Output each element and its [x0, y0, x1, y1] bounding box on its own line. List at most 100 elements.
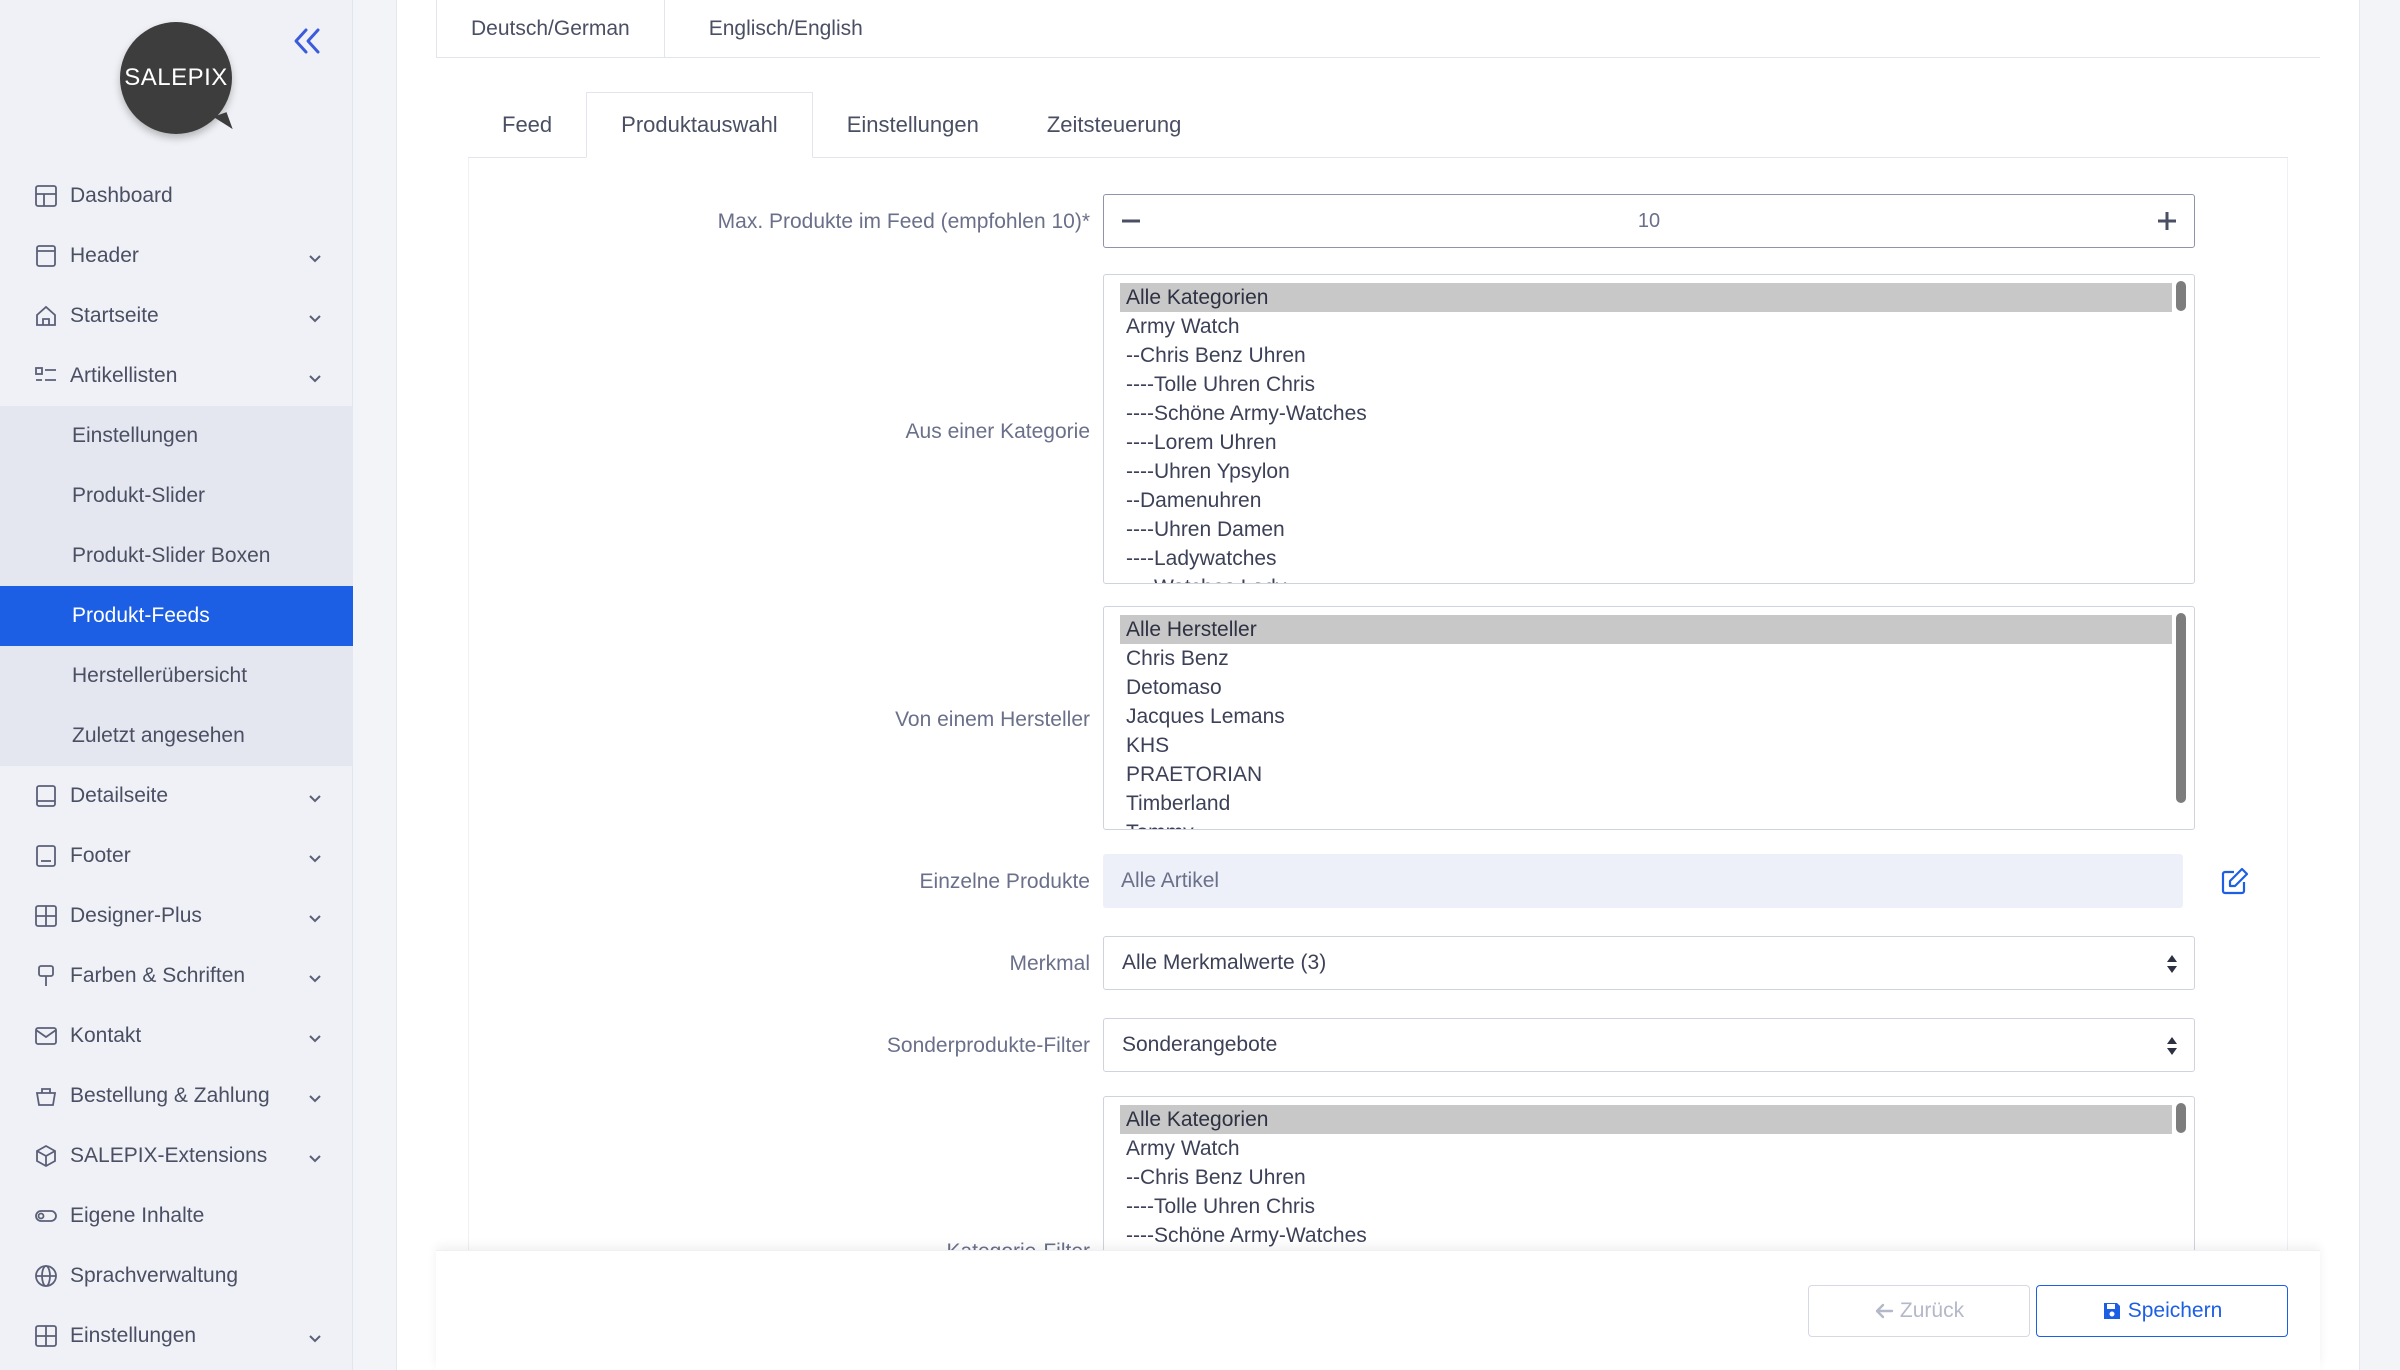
- sidebar-item-label: Footer: [70, 844, 131, 867]
- special-filter-select[interactable]: Sonderangebote: [1103, 1018, 2195, 1072]
- listbox-option[interactable]: Chris Benz: [1120, 644, 2172, 673]
- language-tabs: Deutsch/German Englisch/English: [436, 0, 2320, 58]
- feature-select[interactable]: Alle Merkmalwerte (3): [1103, 936, 2195, 990]
- chevron-down-icon: [307, 1328, 323, 1344]
- select-caret-icon: [2164, 1035, 2180, 1057]
- chevron-down-icon: [307, 368, 323, 384]
- section-tabs: Feed Produktauswahl Einstellungen Zeitst…: [468, 92, 2288, 158]
- chevron-down-icon: [307, 248, 323, 264]
- listbox-scrollbar[interactable]: [2176, 613, 2186, 803]
- category-listbox[interactable]: Alle Kategorien Army Watch --Chris Benz …: [1103, 274, 2195, 584]
- listbox-option[interactable]: Army Watch: [1120, 1134, 2172, 1163]
- max-products-stepper: 10: [1103, 194, 2195, 248]
- toggle-icon: [34, 1204, 58, 1228]
- edit-icon[interactable]: [2220, 866, 2250, 896]
- tab-englisch[interactable]: Englisch/English: [665, 0, 897, 58]
- sidebar-item-label: Sprachverwaltung: [70, 1264, 239, 1287]
- sidebar: SALEPIX Dashboard Header Startseite Arti…: [0, 0, 353, 1370]
- listbox-option[interactable]: ----Uhren Damen: [1120, 515, 2172, 544]
- single-products-field[interactable]: Alle Artikel: [1103, 854, 2183, 908]
- listbox-option[interactable]: Timberland: [1120, 789, 2172, 818]
- sidebar-item-label: Artikellisten: [70, 364, 178, 387]
- tab-zeitsteuerung[interactable]: Zeitsteuerung: [1013, 92, 1216, 158]
- listbox-option[interactable]: Jacques Lemans: [1120, 702, 2172, 731]
- back-button-label: Zurück: [1899, 1299, 1965, 1322]
- sidebar-item-footer[interactable]: Footer: [0, 826, 353, 886]
- tab-feed[interactable]: Feed: [468, 92, 586, 158]
- special-filter-select-value: Sonderangebote: [1122, 1033, 1278, 1056]
- arrow-left-icon: [1874, 1301, 1894, 1321]
- feature-label: Merkmal: [1009, 952, 1090, 975]
- listbox-option[interactable]: ----Lorem Uhren: [1120, 428, 2172, 457]
- manufacturer-listbox[interactable]: Alle Hersteller Chris Benz Detomaso Jacq…: [1103, 606, 2195, 830]
- salepix-logo[interactable]: SALEPIX: [120, 22, 240, 142]
- listbox-scrollbar[interactable]: [2176, 281, 2186, 311]
- listbox-option[interactable]: Army Watch: [1120, 312, 2172, 341]
- listbox-option[interactable]: Alle Hersteller: [1120, 615, 2172, 644]
- subnav-item-produkt-slider-boxen[interactable]: Produkt-Slider Boxen: [0, 526, 353, 586]
- subnav-item-einstellungen[interactable]: Einstellungen: [0, 406, 353, 466]
- sidebar-item-label: Header: [70, 244, 139, 267]
- max-products-value[interactable]: 10: [1158, 210, 2140, 233]
- sidebar-item-einstellungen[interactable]: Einstellungen: [0, 1306, 353, 1366]
- sidebar-item-label: Designer-Plus: [70, 904, 202, 927]
- sidebar-item-label: Dashboard: [70, 184, 173, 207]
- listbox-option[interactable]: KHS: [1120, 731, 2172, 760]
- list-icon: [34, 364, 58, 388]
- sidebar-item-detailseite[interactable]: Detailseite: [0, 766, 353, 826]
- action-bar: Zurück Speichern: [436, 1250, 2320, 1370]
- sidebar-item-salepix-extensions[interactable]: SALEPIX-Extensions: [0, 1126, 353, 1186]
- logo-speech-tail: [213, 112, 233, 134]
- listbox-scrollbar[interactable]: [2176, 1103, 2186, 1133]
- listbox-option[interactable]: Detomaso: [1120, 673, 2172, 702]
- sidebar-item-label: Detailseite: [70, 784, 169, 807]
- mail-icon: [34, 1024, 58, 1048]
- listbox-option[interactable]: Tommy: [1120, 818, 2172, 829]
- sidebar-item-dashboard[interactable]: Dashboard: [0, 166, 353, 226]
- subnav-item-produkt-feeds[interactable]: Produkt-Feeds: [0, 586, 353, 646]
- listbox-option[interactable]: --Chris Benz Uhren: [1120, 341, 2172, 370]
- sidebar-item-label: Einstellungen: [70, 1324, 197, 1347]
- sidebar-item-kontakt[interactable]: Kontakt: [0, 1006, 353, 1066]
- sidebar-nav: Dashboard Header Startseite Artikelliste…: [0, 166, 353, 1366]
- listbox-option[interactable]: ----Schöne Army-Watches: [1120, 399, 2172, 428]
- listbox-option[interactable]: ----Schöne Army-Watches: [1120, 1221, 2172, 1250]
- decrement-button[interactable]: [1104, 195, 1158, 247]
- listbox-option[interactable]: PRAETORIAN: [1120, 760, 2172, 789]
- sidebar-item-eigene-inhalte[interactable]: Eigene Inhalte: [0, 1186, 353, 1246]
- sidebar-item-label: Bestellung & Zahlung: [70, 1084, 270, 1107]
- sidebar-item-bestellung-zahlung[interactable]: Bestellung & Zahlung: [0, 1066, 353, 1126]
- listbox-option[interactable]: ----Watches Lady: [1120, 573, 2172, 583]
- listbox-option[interactable]: --Chris Benz Uhren: [1120, 1163, 2172, 1192]
- listbox-option[interactable]: ----Uhren Ypsylon: [1120, 457, 2172, 486]
- listbox-option[interactable]: Alle Kategorien: [1120, 283, 2172, 312]
- basket-icon: [34, 1084, 58, 1108]
- subnav-item-produkt-slider[interactable]: Produkt-Slider: [0, 466, 353, 526]
- back-button[interactable]: Zurück: [1808, 1285, 2030, 1337]
- listbox-option[interactable]: --Damenuhren: [1120, 486, 2172, 515]
- sidebar-item-sprachverwaltung[interactable]: Sprachverwaltung: [0, 1246, 353, 1306]
- max-products-label: Max. Produkte im Feed (empfohlen 10)*: [717, 210, 1090, 233]
- sidebar-item-header[interactable]: Header: [0, 226, 353, 286]
- settings-grid-icon: [34, 1324, 58, 1348]
- tab-produktauswahl[interactable]: Produktauswahl: [586, 92, 813, 158]
- listbox-option[interactable]: ----Tolle Uhren Chris: [1120, 1192, 2172, 1221]
- listbox-option[interactable]: ----Ladywatches: [1120, 544, 2172, 573]
- subnav-item-herstelleruebersicht[interactable]: Herstellerübersicht: [0, 646, 353, 706]
- grid-icon: [34, 904, 58, 928]
- sidebar-item-designer-plus[interactable]: Designer-Plus: [0, 886, 353, 946]
- detail-page-icon: [34, 784, 58, 808]
- subnav-item-zuletzt-angesehen[interactable]: Zuletzt angesehen: [0, 706, 353, 766]
- collapse-sidebar-icon[interactable]: [290, 24, 324, 58]
- chevron-down-icon: [307, 788, 323, 804]
- save-button[interactable]: Speichern: [2036, 1285, 2288, 1337]
- sidebar-item-artikellisten[interactable]: Artikellisten: [0, 346, 353, 406]
- category-label: Aus einer Kategorie: [905, 420, 1090, 443]
- tab-deutsch[interactable]: Deutsch/German: [436, 0, 665, 58]
- sidebar-item-startseite[interactable]: Startseite: [0, 286, 353, 346]
- increment-button[interactable]: [2140, 195, 2194, 247]
- sidebar-item-farben-schriften[interactable]: Farben & Schriften: [0, 946, 353, 1006]
- listbox-option[interactable]: ----Tolle Uhren Chris: [1120, 370, 2172, 399]
- tab-einstellungen[interactable]: Einstellungen: [813, 92, 1013, 158]
- listbox-option[interactable]: Alle Kategorien: [1120, 1105, 2172, 1134]
